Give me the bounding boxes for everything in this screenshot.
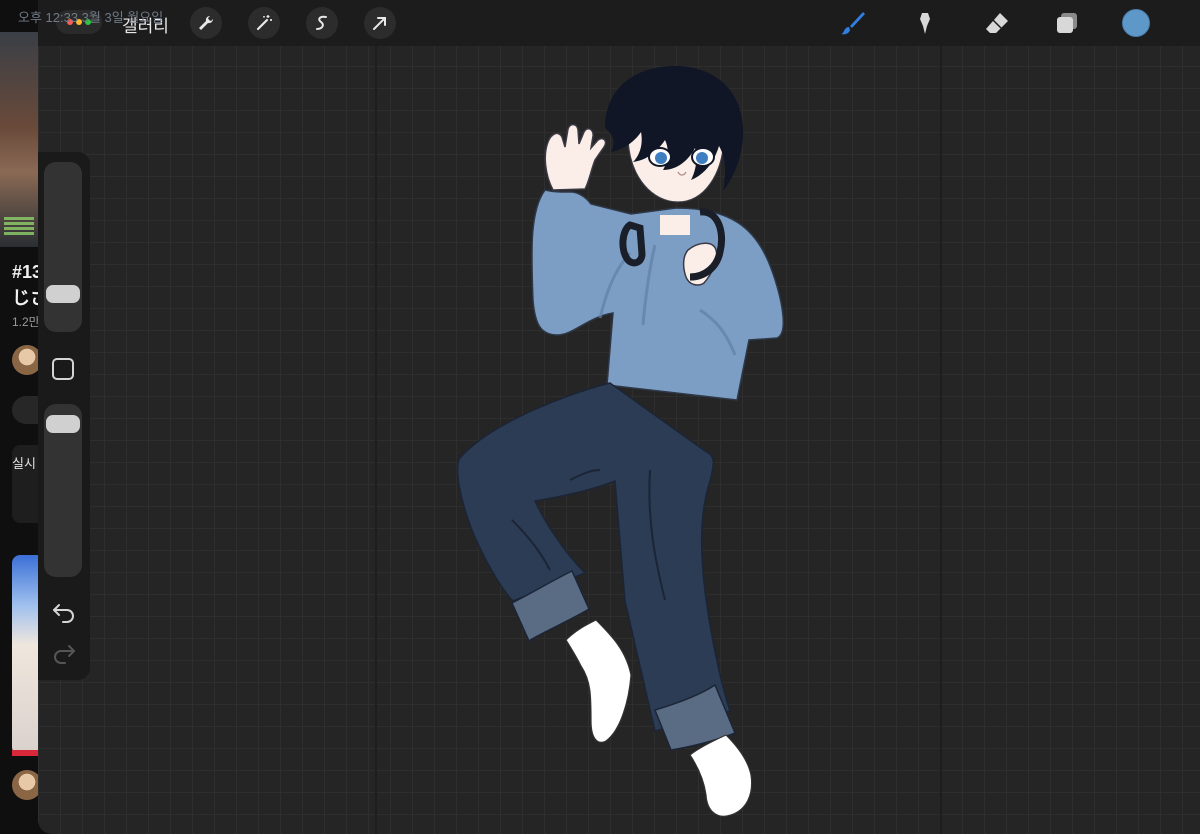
selection-icon	[316, 15, 327, 30]
brush-opacity-slider[interactable]	[44, 404, 82, 577]
canvas-guide-line	[940, 0, 942, 834]
adjustments-button[interactable]	[248, 7, 280, 39]
canvas-guide-line	[375, 0, 377, 834]
actions-button[interactable]	[190, 7, 222, 39]
modify-button[interactable]	[52, 358, 74, 380]
magic-wand-icon	[256, 15, 272, 31]
color-picker-button[interactable]	[1122, 9, 1150, 37]
brush-size-slider[interactable]	[44, 162, 82, 332]
smudge-tool-button[interactable]	[910, 8, 940, 38]
brush-tool-button[interactable]	[838, 8, 868, 38]
brush-opacity-thumb[interactable]	[46, 415, 80, 434]
layers-button[interactable]	[1052, 8, 1082, 38]
video-meta: 1.2만	[12, 315, 40, 329]
live-chat-label: 실시	[12, 456, 36, 471]
brush-sidebar	[38, 152, 90, 680]
transform-arrow-icon	[373, 17, 386, 30]
wrench-icon	[199, 15, 214, 30]
top-toolbar: 갤러리	[38, 0, 1200, 46]
brush-icon	[841, 12, 865, 35]
smudge-icon	[920, 13, 930, 34]
status-bar-time: 오후 12:33 3월 3일 월요일	[18, 10, 164, 25]
selection-button[interactable]	[306, 7, 338, 39]
eraser-tool-button[interactable]	[982, 8, 1012, 38]
undo-icon[interactable]	[51, 599, 77, 625]
redo-icon[interactable]	[51, 640, 77, 666]
eraser-icon	[986, 13, 1008, 33]
transform-button[interactable]	[364, 7, 396, 39]
procreate-canvas-window: 갤러리	[38, 0, 1200, 834]
brush-size-thumb[interactable]	[46, 285, 80, 304]
layers-icon	[1057, 13, 1077, 33]
